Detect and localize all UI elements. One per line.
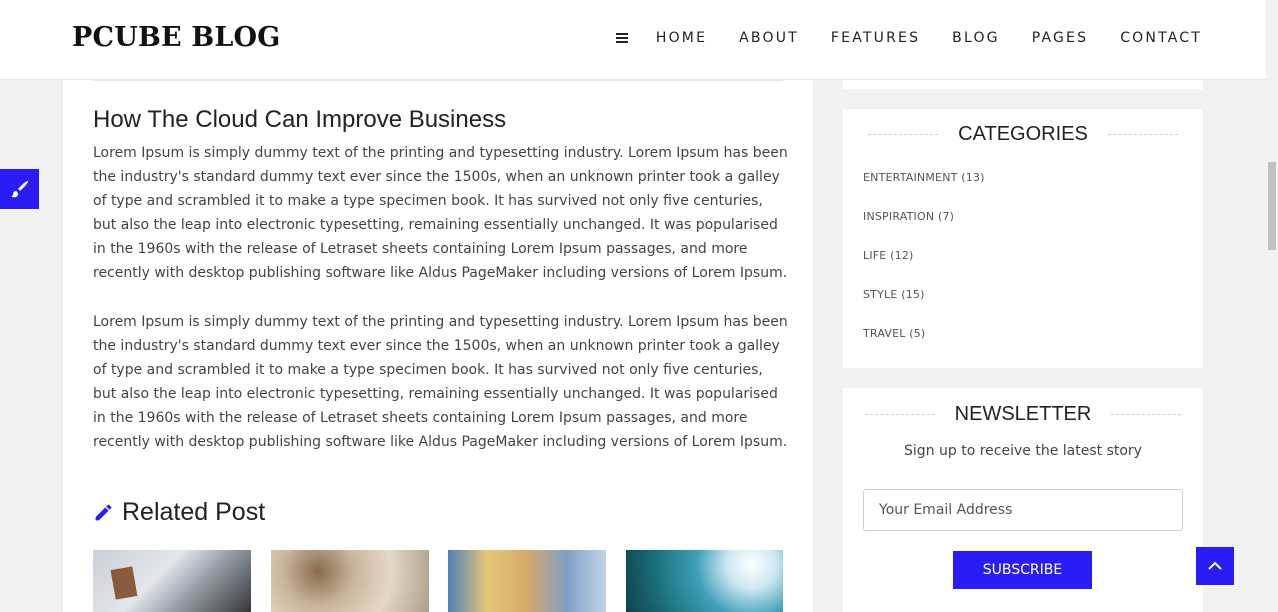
style-switcher-button[interactable] — [0, 169, 39, 209]
related-post-thumbnail[interactable] — [625, 550, 783, 612]
chevron-up-icon — [1208, 561, 1222, 570]
subscribe-button[interactable]: SUBSCRIBE — [953, 551, 1092, 589]
nav-home[interactable]: HOME — [656, 30, 707, 46]
categories-heading: CATEGORIES — [843, 123, 1203, 146]
heading-dash — [1107, 134, 1178, 135]
nav-contact[interactable]: CONTACT — [1120, 30, 1202, 46]
site-header: PCUBE BLOG HOME ABOUT FEATURES BLOG PAGE… — [0, 0, 1266, 80]
category-item-style[interactable]: STYLE (15) — [863, 288, 985, 327]
article-paragraph: Lorem Ipsum is simply dummy text of the … — [93, 145, 788, 281]
nav-blog[interactable]: BLOG — [952, 30, 1000, 46]
related-post-thumbnail[interactable] — [270, 550, 429, 612]
heading-dash — [1111, 414, 1182, 415]
category-item-travel[interactable]: TRAVEL (5) — [863, 327, 985, 366]
hamburger-menu-icon[interactable] — [615, 33, 628, 43]
related-post-thumbnail[interactable] — [448, 550, 606, 612]
category-item-entertainment[interactable]: ENTERTAINMENT (13) — [863, 171, 985, 210]
newsletter-title: NEWSLETTER — [954, 403, 1092, 425]
related-post-list — [93, 550, 783, 612]
nav-pages[interactable]: PAGES — [1032, 30, 1088, 46]
post-title[interactable]: How The Cloud Can Improve Business — [93, 106, 506, 134]
nav-about[interactable]: ABOUT — [739, 30, 799, 46]
related-post-title: Related Post — [122, 498, 266, 526]
sidebar-widget-edge — [843, 80, 1203, 89]
newsletter-subtitle: Sign up to receive the latest story — [904, 443, 1142, 459]
scrollbar-thumb[interactable] — [1268, 162, 1276, 250]
article-paragraph: Lorem Ipsum is simply dummy text of the … — [93, 314, 788, 450]
divider — [93, 80, 783, 81]
main-nav: HOME ABOUT FEATURES BLOG PAGES CONTACT — [615, 30, 1202, 46]
categories-widget: CATEGORIES ENTERTAINMENT (13) INSPIRATIO… — [843, 109, 1203, 368]
newsletter-widget: NEWSLETTER Sign up to receive the latest… — [843, 388, 1203, 612]
newsletter-heading: NEWSLETTER — [843, 403, 1203, 426]
nav-features[interactable]: FEATURES — [831, 30, 920, 46]
back-to-top-button[interactable] — [1196, 547, 1234, 585]
category-list: ENTERTAINMENT (13) INSPIRATION (7) LIFE … — [863, 171, 985, 366]
article-card: How The Cloud Can Improve Business Lorem… — [63, 80, 813, 612]
site-logo[interactable]: PCUBE BLOG — [72, 22, 281, 53]
categories-title: CATEGORIES — [958, 123, 1088, 145]
scrollbar[interactable] — [1266, 0, 1278, 612]
heading-dash — [868, 134, 939, 135]
related-post-thumbnail[interactable] — [93, 550, 251, 612]
category-item-life[interactable]: LIFE (12) — [863, 249, 985, 288]
pencil-icon — [95, 504, 112, 521]
email-field[interactable] — [863, 489, 1183, 531]
category-item-inspiration[interactable]: INSPIRATION (7) — [863, 210, 985, 249]
heading-dash — [864, 414, 935, 415]
related-post-heading: Related Post — [93, 498, 265, 527]
paint-brush-icon — [10, 180, 28, 198]
